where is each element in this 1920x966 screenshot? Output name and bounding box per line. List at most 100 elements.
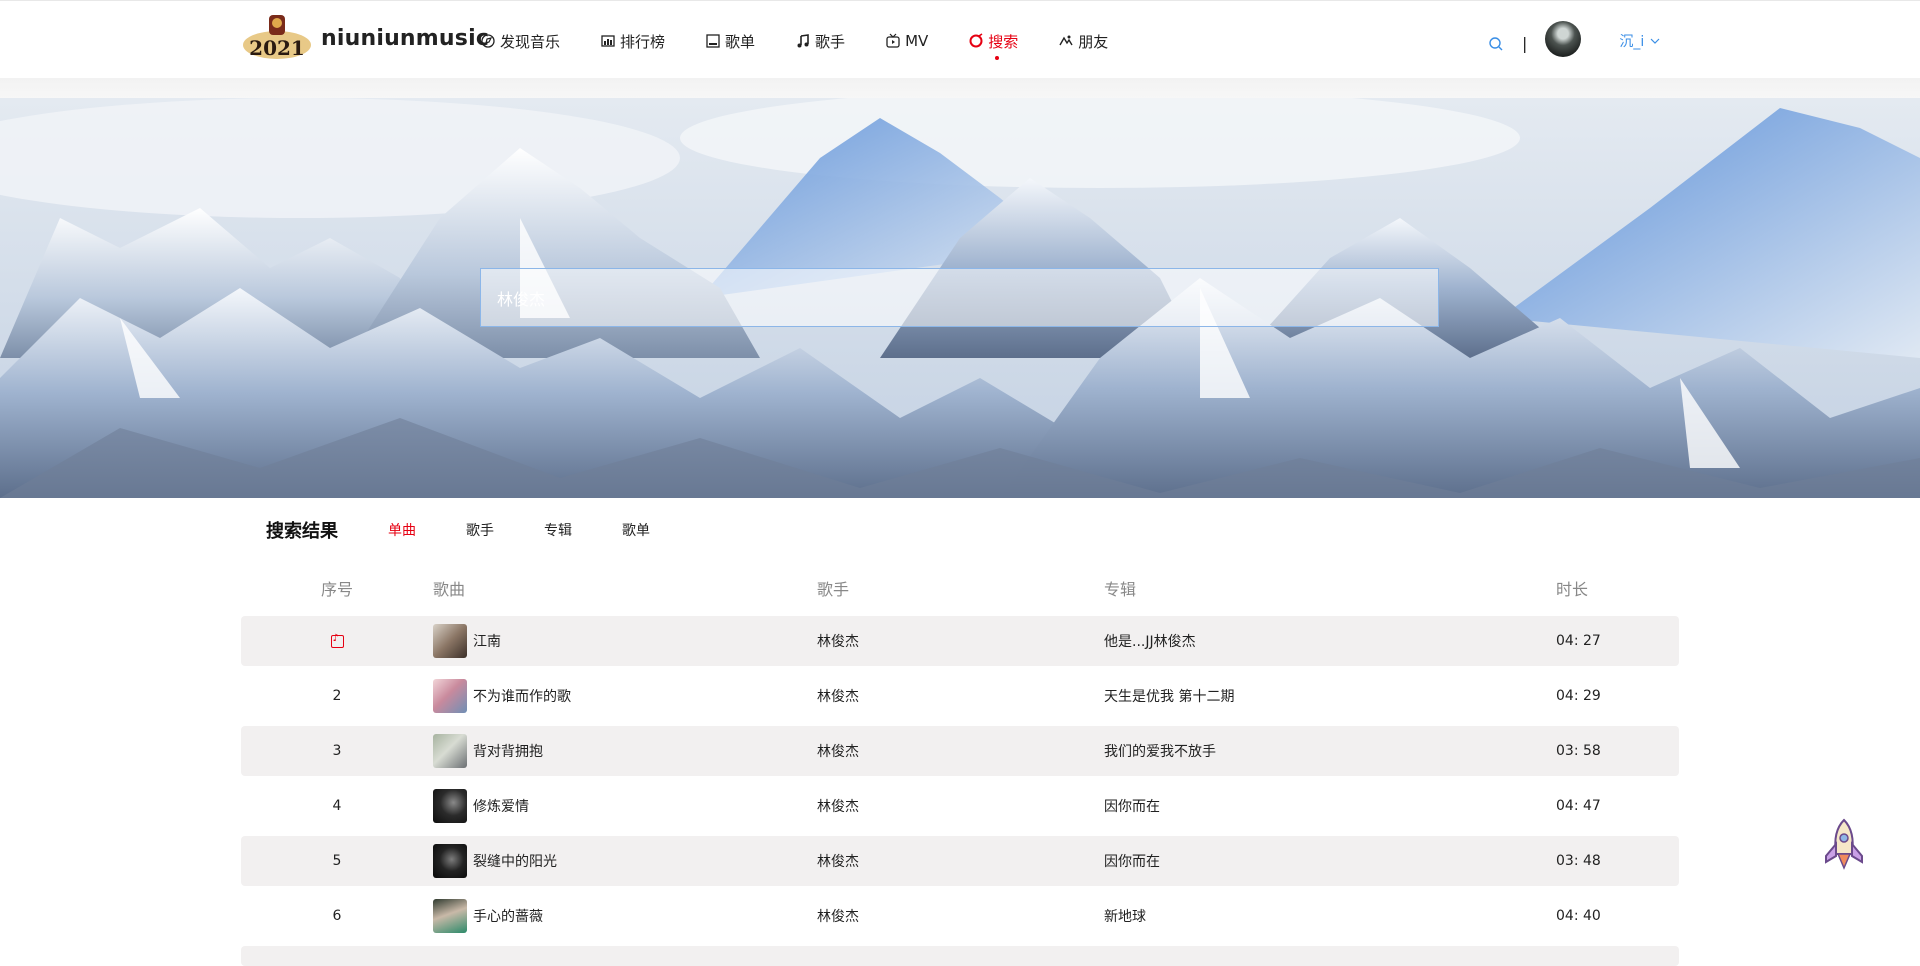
table-row[interactable]: 2 不为谁而作的歌 林俊杰 天生是优我 第十二期 04: 29 bbox=[241, 671, 1679, 721]
row-album[interactable]: 我们的爱我不放手 bbox=[1104, 741, 1556, 761]
results-table: 序号 歌曲 歌手 专辑 时长 江南 林俊杰 他是...JJ林俊杰 04: 27 … bbox=[241, 572, 1679, 941]
song-title[interactable]: 不为谁而作的歌 bbox=[473, 686, 571, 706]
nav-charts[interactable]: 排行榜 bbox=[600, 31, 665, 52]
tab-albums[interactable]: 专辑 bbox=[544, 520, 572, 540]
table-row[interactable]: 江南 林俊杰 他是...JJ林俊杰 04: 27 bbox=[241, 616, 1679, 666]
username-dropdown[interactable]: 沉_i bbox=[1619, 31, 1660, 51]
nav-artists-label: 歌手 bbox=[815, 32, 846, 51]
row-song: 修炼爱情 bbox=[433, 789, 817, 823]
song-cover bbox=[433, 899, 467, 933]
now-playing-icon bbox=[330, 633, 344, 648]
row-song: 背对背拥抱 bbox=[433, 734, 817, 768]
nav-artists[interactable]: 歌手 bbox=[795, 31, 845, 52]
row-artist[interactable]: 林俊杰 bbox=[817, 741, 1104, 761]
row-artist[interactable]: 林俊杰 bbox=[817, 851, 1104, 871]
row-index bbox=[241, 633, 433, 649]
row-index: 4 bbox=[332, 798, 342, 814]
nav-friends[interactable]: 朋友 bbox=[1058, 31, 1108, 52]
user-area: | 沉_i bbox=[1488, 21, 1660, 57]
back-to-top-rocket-icon[interactable] bbox=[1820, 818, 1868, 870]
search-input[interactable] bbox=[497, 288, 1438, 307]
search-icon[interactable] bbox=[1488, 36, 1504, 52]
row-album[interactable]: 他是...JJ林俊杰 bbox=[1104, 631, 1556, 651]
col-index: 序号 bbox=[320, 580, 353, 599]
col-duration: 时长 bbox=[1556, 580, 1589, 599]
tab-artists[interactable]: 歌手 bbox=[466, 520, 494, 540]
nav-playlists[interactable]: 歌单 bbox=[705, 31, 755, 52]
row-index: 3 bbox=[332, 743, 342, 759]
row-index: 6 bbox=[332, 908, 342, 924]
nav-playlists-label: 歌单 bbox=[725, 32, 756, 51]
table-row[interactable]: 5 裂缝中的阳光 林俊杰 因你而在 03: 48 bbox=[241, 836, 1679, 886]
row-album[interactable]: 新地球 bbox=[1104, 906, 1556, 926]
row-song: 不为谁而作的歌 bbox=[433, 679, 817, 713]
row-album[interactable]: 因你而在 bbox=[1104, 796, 1556, 816]
row-duration: 03: 58 bbox=[1556, 743, 1601, 759]
search-banner bbox=[0, 98, 1920, 498]
row-song: 江南 bbox=[433, 624, 817, 658]
song-title[interactable]: 江南 bbox=[473, 631, 501, 651]
song-cover bbox=[433, 624, 467, 658]
nav-mv-label: MV bbox=[905, 32, 929, 50]
results-title: 搜索结果 bbox=[266, 521, 338, 542]
table-row[interactable]: 3 背对背拥抱 林俊杰 我们的爱我不放手 03: 58 bbox=[241, 726, 1679, 776]
logo[interactable]: 2021 niuniunmusic bbox=[241, 13, 489, 63]
song-cover bbox=[433, 679, 467, 713]
username-label: 沉_i bbox=[1619, 34, 1645, 50]
music-note-icon bbox=[797, 34, 809, 48]
row-index: 2 bbox=[332, 688, 342, 704]
table-row[interactable]: 4 修炼爱情 林俊杰 因你而在 04: 47 bbox=[241, 781, 1679, 831]
logo-year: 2021 bbox=[249, 36, 305, 60]
nav-mv[interactable]: MV bbox=[885, 32, 928, 50]
main-nav: 发现音乐 排行榜 歌单 歌手 MV 搜索 朋友 bbox=[480, 27, 1148, 60]
table-row-partial[interactable] bbox=[241, 946, 1679, 966]
nav-discover-label: 发现音乐 bbox=[500, 32, 561, 51]
song-cover bbox=[433, 734, 467, 768]
row-artist[interactable]: 林俊杰 bbox=[817, 686, 1104, 706]
row-artist[interactable]: 林俊杰 bbox=[817, 631, 1104, 651]
song-title[interactable]: 背对背拥抱 bbox=[473, 741, 543, 761]
song-title[interactable]: 裂缝中的阳光 bbox=[473, 851, 557, 871]
logo-mark: 2021 bbox=[241, 13, 313, 63]
row-artist[interactable]: 林俊杰 bbox=[817, 906, 1104, 926]
row-artist[interactable]: 林俊杰 bbox=[817, 796, 1104, 816]
row-duration: 04: 29 bbox=[1556, 688, 1601, 704]
col-artist: 歌手 bbox=[817, 580, 850, 599]
song-cover bbox=[433, 844, 467, 878]
discover-icon bbox=[481, 34, 495, 48]
nav-search[interactable]: 搜索 bbox=[968, 31, 1019, 60]
nav-friends-label: 朋友 bbox=[1078, 32, 1109, 51]
tab-playlists[interactable]: 歌单 bbox=[622, 520, 650, 540]
col-song: 歌曲 bbox=[433, 580, 466, 599]
nav-discover[interactable]: 发现音乐 bbox=[480, 31, 560, 52]
search-circle-icon bbox=[969, 33, 983, 48]
tab-songs[interactable]: 单曲 bbox=[388, 520, 416, 540]
friends-icon bbox=[1059, 35, 1073, 46]
col-album: 专辑 bbox=[1104, 580, 1137, 599]
song-title[interactable]: 修炼爱情 bbox=[473, 796, 529, 816]
song-title[interactable]: 手心的蔷薇 bbox=[473, 906, 543, 926]
row-song: 手心的蔷薇 bbox=[433, 899, 817, 933]
nav-charts-label: 排行榜 bbox=[620, 32, 666, 51]
row-album[interactable]: 天生是优我 第十二期 bbox=[1104, 686, 1556, 706]
search-box[interactable] bbox=[480, 268, 1439, 327]
row-duration: 04: 27 bbox=[1556, 633, 1601, 649]
tv-icon bbox=[886, 33, 900, 48]
row-song: 裂缝中的阳光 bbox=[433, 844, 817, 878]
chart-icon bbox=[601, 35, 615, 47]
top-header: 2021 niuniunmusic 发现音乐 排行榜 歌单 歌手 MV 搜索 朋… bbox=[0, 0, 1920, 78]
table-row[interactable]: 6 手心的蔷薇 林俊杰 新地球 04: 40 bbox=[241, 891, 1679, 941]
song-cover bbox=[433, 789, 467, 823]
results-header: 搜索结果 单曲 歌手 专辑 歌单 bbox=[266, 518, 700, 542]
row-duration: 04: 40 bbox=[1556, 908, 1601, 924]
header-separator: | bbox=[1522, 33, 1528, 53]
header-gap bbox=[0, 78, 1920, 98]
chevron-down-icon bbox=[1650, 38, 1660, 44]
avatar[interactable] bbox=[1545, 21, 1582, 57]
playlist-icon bbox=[706, 34, 720, 48]
row-duration: 04: 47 bbox=[1556, 798, 1601, 814]
row-index: 5 bbox=[332, 853, 342, 869]
nav-search-label: 搜索 bbox=[988, 32, 1019, 51]
row-album[interactable]: 因你而在 bbox=[1104, 851, 1556, 871]
brand-name: niuniunmusic bbox=[321, 25, 490, 51]
